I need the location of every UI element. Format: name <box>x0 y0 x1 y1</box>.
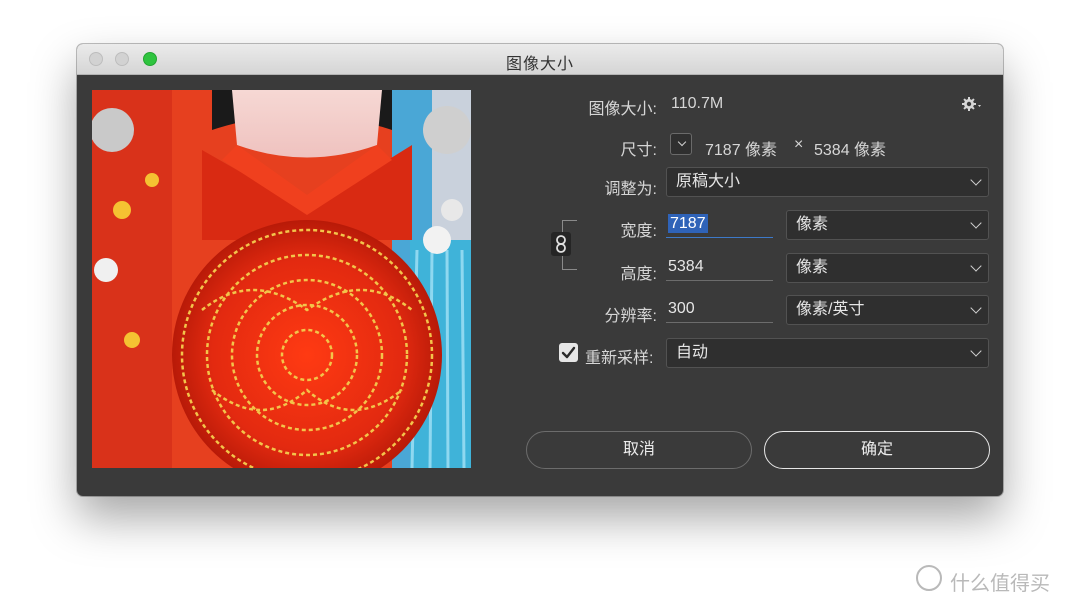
watermark-text: 什么值得买 <box>950 573 1050 595</box>
title-bar[interactable]: 图像大小 <box>77 44 1003 75</box>
chevron-down-icon <box>970 217 982 229</box>
resample-label: 重新采样: <box>585 350 654 367</box>
checkmark-icon <box>561 346 576 359</box>
width-input[interactable]: 7187 <box>666 210 773 238</box>
height-value: 5384 <box>668 258 704 275</box>
height-label: 高度: <box>620 266 657 283</box>
width-unit-select[interactable]: 像素 <box>786 210 989 240</box>
image-preview[interactable] <box>92 90 471 468</box>
cancel-button[interactable]: 取消 <box>526 431 752 469</box>
dimensions-width: 7187 像素 <box>705 142 778 159</box>
resolution-input[interactable]: 300 <box>666 295 773 323</box>
fit-to-value: 原稿大小 <box>676 173 741 190</box>
resolution-value: 300 <box>668 300 695 317</box>
settings-gear-icon[interactable] <box>961 96 985 112</box>
chevron-down-icon <box>970 345 982 357</box>
image-size-label: 图像大小: <box>588 101 657 118</box>
width-value: 7187 <box>668 214 708 233</box>
chevron-down-icon <box>970 260 982 272</box>
chevron-down-icon <box>970 174 982 186</box>
dimensions-height: 5384 像素 <box>814 142 887 159</box>
window-title: 图像大小 <box>505 56 574 73</box>
height-input[interactable]: 5384 <box>666 253 773 281</box>
fit-to-label: 调整为: <box>604 181 657 198</box>
image-size-dialog: 图像大小 图像大小: 110.7M 尺寸: 7187 像素 × 5384 像素 … <box>77 44 1003 496</box>
ok-button[interactable]: 确定 <box>764 431 990 469</box>
dimensions-unit-dropdown[interactable] <box>670 133 692 155</box>
dimensions-label: 尺寸: <box>620 142 657 159</box>
resolution-label: 分辨率: <box>604 308 657 325</box>
width-unit-value: 像素 <box>796 216 829 233</box>
resample-select[interactable]: 自动 <box>666 338 989 368</box>
preview-artwork <box>92 90 471 468</box>
width-label: 宽度: <box>620 223 657 240</box>
image-size-value: 110.7M <box>671 95 724 112</box>
chevron-down-icon <box>677 137 687 147</box>
chevron-down-icon <box>970 302 982 314</box>
height-unit-value: 像素 <box>796 259 829 276</box>
resolution-unit-value: 像素/英寸 <box>796 301 865 318</box>
fit-to-select[interactable]: 原稿大小 <box>666 167 989 197</box>
resample-value: 自动 <box>676 344 709 361</box>
resolution-unit-select[interactable]: 像素/英寸 <box>786 295 989 325</box>
height-unit-select[interactable]: 像素 <box>786 253 989 283</box>
watermark-logo-icon <box>916 565 942 591</box>
dimensions-separator: × <box>794 136 804 153</box>
resample-checkbox[interactable] <box>559 343 578 362</box>
